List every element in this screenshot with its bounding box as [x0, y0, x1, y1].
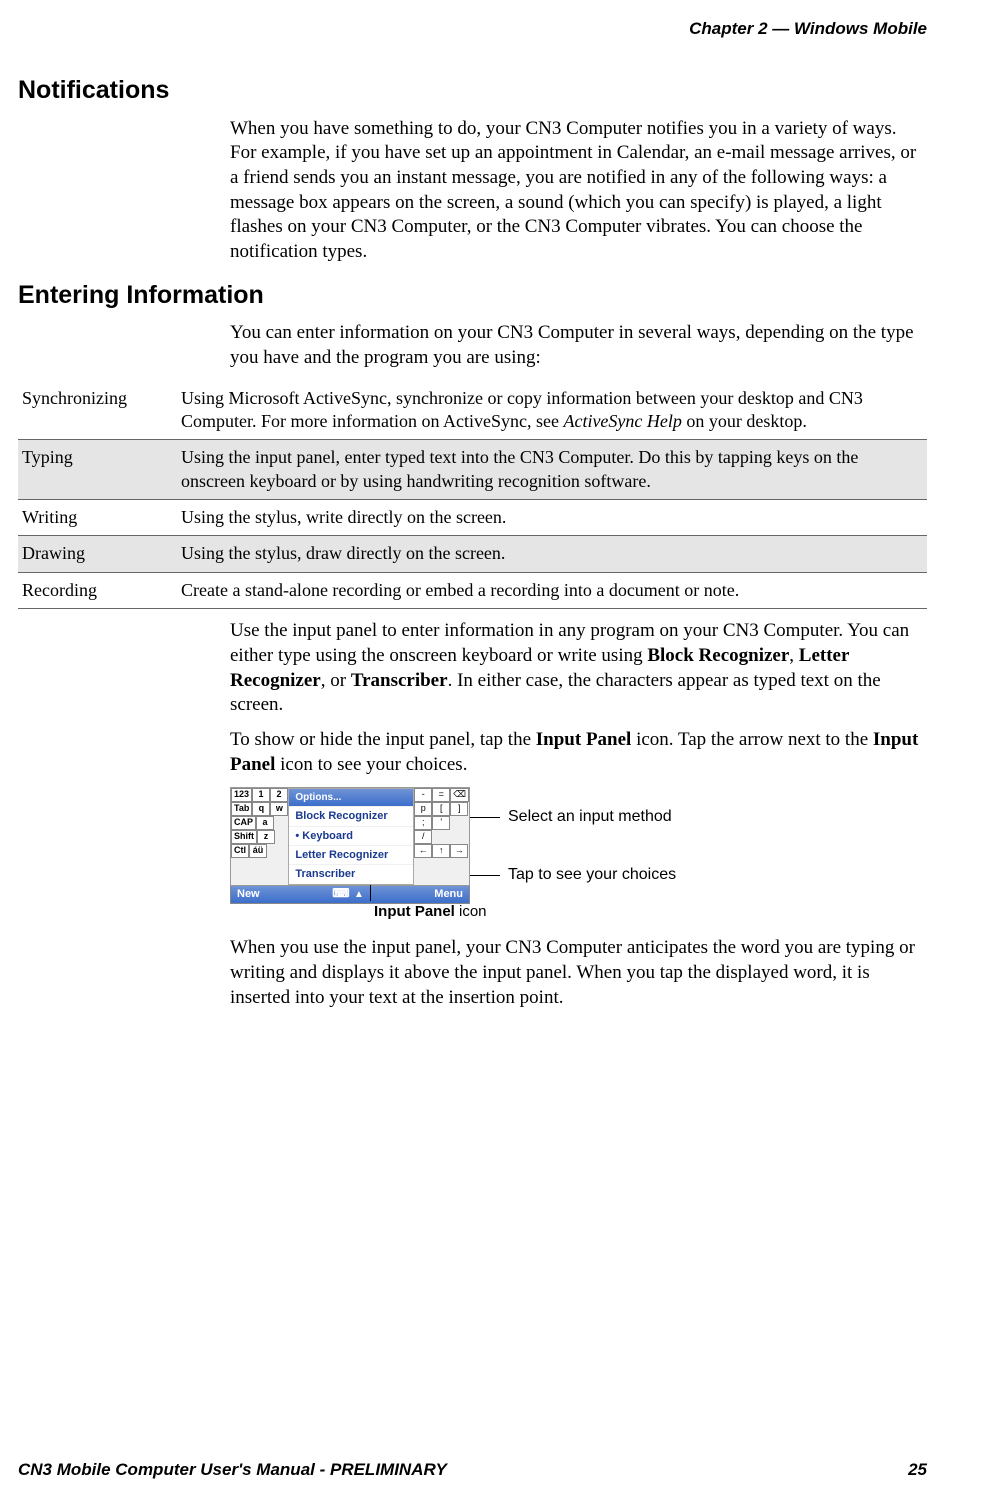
input-panel-figure: 12312 Tabqw CAPa Shiftz Ctláü Options...…	[230, 787, 927, 922]
input-panel-paragraph-1: Use the input panel to enter information…	[230, 619, 927, 718]
popup-item: Transcriber	[289, 864, 413, 883]
input-panel-paragraph-3: When you use the input panel, your CN3 C…	[230, 936, 927, 1010]
table-row: Typing Using the input panel, enter type…	[18, 440, 927, 500]
table-desc: Using the stylus, write directly on the …	[177, 500, 927, 536]
running-header: Chapter 2 — Windows Mobile	[689, 18, 927, 40]
input-panel-paragraph-2: To show or hide the input panel, tap the…	[230, 728, 927, 777]
input-method-popup: Options... Block Recognizer Keyboard Let…	[288, 788, 414, 884]
callout-line	[470, 875, 500, 876]
input-methods-table: Synchronizing Using Microsoft ActiveSync…	[18, 381, 927, 610]
table-desc: Create a stand-alone recording or embed …	[177, 572, 927, 608]
table-desc: Using the stylus, draw directly on the s…	[177, 536, 927, 572]
table-desc: Using Microsoft ActiveSync, synchronize …	[177, 381, 927, 440]
table-row: Writing Using the stylus, write directly…	[18, 500, 927, 536]
softkey-new: New	[231, 887, 270, 901]
callout-line	[370, 885, 371, 901]
softkey-bar: New ⌨ ▲ Menu	[230, 886, 470, 904]
keyboard-right-keys: -=⌫ p[] ;' / ←↑→	[414, 788, 469, 884]
popup-options-header: Options...	[289, 789, 413, 806]
popup-item-selected: Keyboard	[289, 826, 413, 845]
table-row: Synchronizing Using Microsoft ActiveSync…	[18, 381, 927, 440]
chapter-title: Chapter 2 — Windows Mobile	[689, 19, 927, 38]
popup-item: Block Recognizer	[289, 806, 413, 825]
table-label: Recording	[18, 572, 177, 608]
table-label: Typing	[18, 440, 177, 500]
page-number: 25	[908, 1459, 927, 1481]
notifications-paragraph: When you have something to do, your CN3 …	[230, 117, 927, 265]
entering-intro-paragraph: You can enter information on your CN3 Co…	[230, 321, 927, 370]
popup-item: Letter Recognizer	[289, 845, 413, 864]
keyboard-left-keys: 12312 Tabqw CAPa Shiftz Ctláü	[231, 788, 288, 884]
table-label: Writing	[18, 500, 177, 536]
input-panel-icon: ⌨	[331, 886, 351, 902]
table-label: Synchronizing	[18, 381, 177, 440]
running-footer: CN3 Mobile Computer User's Manual - PREL…	[18, 1459, 927, 1481]
input-panel-arrow-icon: ▲	[351, 888, 367, 901]
table-row: Recording Create a stand-alone recording…	[18, 572, 927, 608]
input-panel-caption: Input Panel icon	[374, 902, 487, 922]
callout-line	[470, 817, 500, 818]
table-row: Drawing Using the stylus, draw directly …	[18, 536, 927, 572]
callout-tap-choices: Tap to see your choices	[508, 865, 676, 886]
footer-title: CN3 Mobile Computer User's Manual - PREL…	[18, 1460, 447, 1479]
table-label: Drawing	[18, 536, 177, 572]
softkey-menu: Menu	[428, 887, 469, 901]
callout-select-method: Select an input method	[508, 807, 672, 828]
table-desc: Using the input panel, enter typed text …	[177, 440, 927, 500]
heading-entering-information: Entering Information	[18, 279, 982, 312]
heading-notifications: Notifications	[18, 74, 982, 107]
